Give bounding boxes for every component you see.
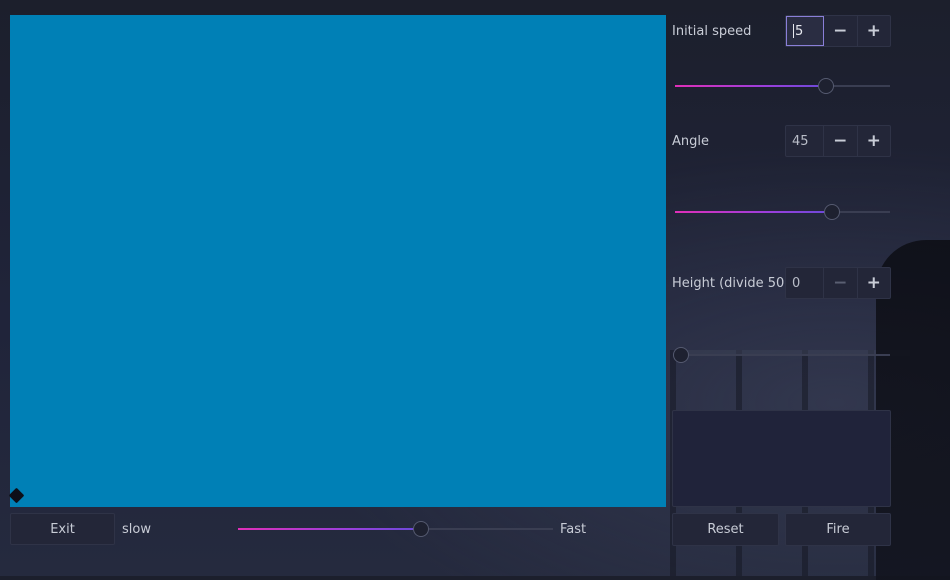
initial-speed-value: 5 <box>795 23 804 39</box>
output-text-area[interactable] <box>672 410 891 507</box>
height-input[interactable]: 0 <box>786 268 824 298</box>
height-increment-button[interactable]: + <box>856 268 891 298</box>
slider-track <box>681 354 890 356</box>
slow-label: slow <box>122 522 151 537</box>
fire-button[interactable]: Fire <box>785 513 891 546</box>
initial-speed-input[interactable]: 5 <box>786 16 824 46</box>
angle-increment-button[interactable]: + <box>856 126 891 156</box>
initial-speed-decrement-button[interactable]: − <box>824 16 857 46</box>
height-spinbox[interactable]: 0 − + <box>785 267 891 299</box>
exit-button[interactable]: Exit <box>10 513 115 545</box>
angle-slider[interactable] <box>675 204 890 220</box>
initial-speed-spinbox[interactable]: 5 − + <box>785 15 891 47</box>
slider-handle[interactable] <box>817 78 834 94</box>
slider-handle[interactable] <box>823 204 840 220</box>
angle-decrement-button[interactable]: − <box>824 126 857 156</box>
slider-fill <box>675 211 832 213</box>
initial-speed-increment-button[interactable]: + <box>856 16 891 46</box>
initial-speed-slider[interactable] <box>675 78 890 94</box>
slider-handle[interactable] <box>673 347 689 363</box>
initial-speed-label: Initial speed <box>672 24 752 39</box>
angle-label: Angle <box>672 134 709 149</box>
height-slider[interactable] <box>673 347 890 363</box>
slider-fill <box>238 528 421 530</box>
slider-handle[interactable] <box>412 521 429 537</box>
angle-spinbox[interactable]: 45 − + <box>785 125 891 157</box>
angle-input[interactable]: 45 <box>786 126 824 156</box>
slider-fill <box>675 85 826 87</box>
height-label: Height (divide 50) <box>672 276 790 291</box>
height-decrement-button[interactable]: − <box>824 268 857 298</box>
reset-button[interactable]: Reset <box>672 513 779 546</box>
simulation-canvas[interactable] <box>10 15 666 507</box>
text-caret <box>793 24 794 38</box>
fast-label: Fast <box>560 522 587 537</box>
speed-slider[interactable] <box>238 521 553 537</box>
